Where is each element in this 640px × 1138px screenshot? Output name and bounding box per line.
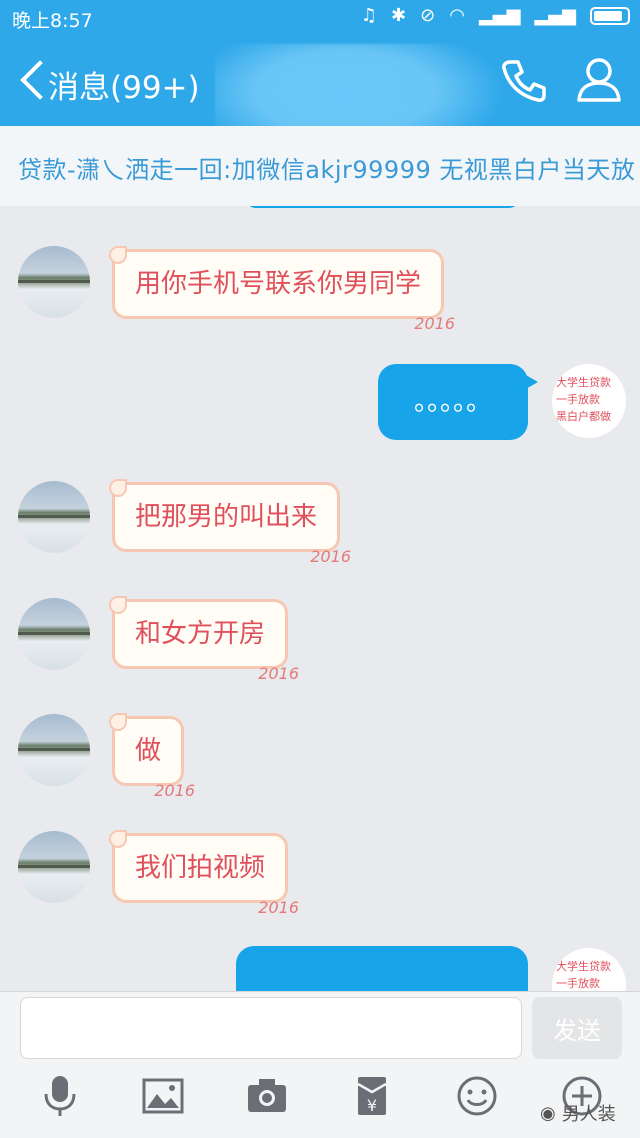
status-icons: ♫ ✱ ⊘ ◠ ▂▄▆ ▂▄▆ — [361, 5, 630, 26]
phone-call-icon[interactable] — [500, 56, 548, 104]
my-avatar-line: 一手放款 — [556, 393, 600, 406]
message-bubble-partial — [245, 206, 520, 208]
my-avatar-line: 大学生贷款 — [556, 376, 611, 389]
my-avatar-line: 大学生贷款 — [556, 960, 611, 973]
status-time: 晚上8:57 — [12, 10, 93, 32]
my-avatar[interactable]: 大学生贷款 一手放款 黑白户都做 — [552, 364, 626, 438]
message-bubble[interactable]: 和女方开房 2016 — [109, 596, 299, 683]
red-packet-icon[interactable]: ¥ — [350, 1074, 394, 1118]
message-text: 做 — [135, 736, 162, 766]
my-avatar-line: 一手放款 — [556, 977, 600, 990]
battery-icon — [590, 6, 630, 25]
my-avatar[interactable]: 大学生贷款 一手放款 — [552, 948, 626, 991]
bubble-2016-decoration: 2016 — [414, 314, 456, 333]
message-bubble-self-partial[interactable] — [236, 946, 528, 991]
my-avatar-line: 黑白户都做 — [556, 410, 611, 423]
back-icon[interactable] — [16, 58, 46, 102]
chat-header: 消息(99+) — [0, 36, 640, 164]
camera-icon[interactable] — [245, 1074, 289, 1118]
bubble-2016-decoration: 2016 — [154, 781, 196, 800]
contact-avatar[interactable] — [18, 598, 90, 670]
announcement-banner[interactable]: 贷款-潇乀洒走一回:加微信akjr99999 无视黑白户当天放 — [0, 126, 640, 206]
signal-icon: ▂▄▆ — [478, 5, 521, 26]
message-text: 用你手机号联系你男同学 — [135, 269, 422, 299]
bubble-2016-decoration: 2016 — [258, 898, 300, 917]
message-bubble[interactable]: 我们拍视频 2016 — [109, 830, 299, 917]
contact-avatar[interactable] — [18, 246, 90, 318]
headset-icon: ♫ — [360, 5, 378, 26]
bubble-2016-decoration: 2016 — [310, 547, 352, 566]
chat-area[interactable]: 用你手机号联系你男同学 2016 。。。。。 大学生贷款 一手放款 黑白户都做 … — [0, 206, 640, 991]
message-text: 。。。。。 — [413, 387, 492, 417]
bubble-corner-decoration — [109, 246, 127, 264]
message-text: 和女方开房 — [135, 619, 266, 649]
message-bubble-self[interactable]: 。。。。。 — [378, 364, 538, 440]
svg-text:¥: ¥ — [367, 1096, 377, 1115]
bubble-corner-decoration — [109, 830, 127, 848]
message-text: 把那男的叫出来 — [135, 502, 318, 532]
message-bubble[interactable]: 做 2016 — [109, 713, 195, 800]
bubble-corner-decoration — [109, 479, 127, 497]
wechat-logo-icon: ◉ — [540, 1102, 556, 1124]
mute-icon: ⊘ — [420, 5, 436, 26]
watermark: ◉ 男人装 — [540, 1100, 616, 1126]
send-button[interactable]: 发送 — [532, 997, 622, 1059]
contact-avatar[interactable] — [18, 481, 90, 553]
banner-text: 贷款-潇乀洒走一回:加微信akjr99999 无视黑白户当天放 — [18, 156, 636, 184]
mic-icon[interactable] — [38, 1074, 82, 1118]
message-bubble[interactable]: 把那男的叫出来 2016 — [109, 479, 351, 566]
watermark-text: 男人装 — [561, 1104, 616, 1125]
contact-avatar[interactable] — [18, 831, 90, 903]
image-icon[interactable] — [141, 1074, 185, 1118]
message-bubble[interactable]: 用你手机号联系你男同学 2016 — [109, 246, 455, 333]
bubble-corner-decoration — [109, 713, 127, 731]
back-label[interactable]: 消息(99+) — [48, 62, 200, 107]
wifi-icon: ◠ — [449, 5, 465, 26]
contact-avatar[interactable] — [18, 714, 90, 786]
message-input[interactable] — [20, 997, 522, 1059]
bubble-2016-decoration: 2016 — [258, 664, 300, 683]
status-bar: 晚上8:57 ♫ ✱ ⊘ ◠ ▂▄▆ ▂▄▆ — [0, 0, 640, 36]
bluetooth-icon: ✱ — [391, 5, 407, 26]
signal-icon-2: ▂▄▆ — [534, 5, 576, 26]
emoji-icon[interactable] — [455, 1074, 499, 1118]
message-text: 我们拍视频 — [135, 853, 266, 883]
bubble-corner-decoration — [109, 596, 127, 614]
profile-icon[interactable] — [574, 54, 624, 104]
